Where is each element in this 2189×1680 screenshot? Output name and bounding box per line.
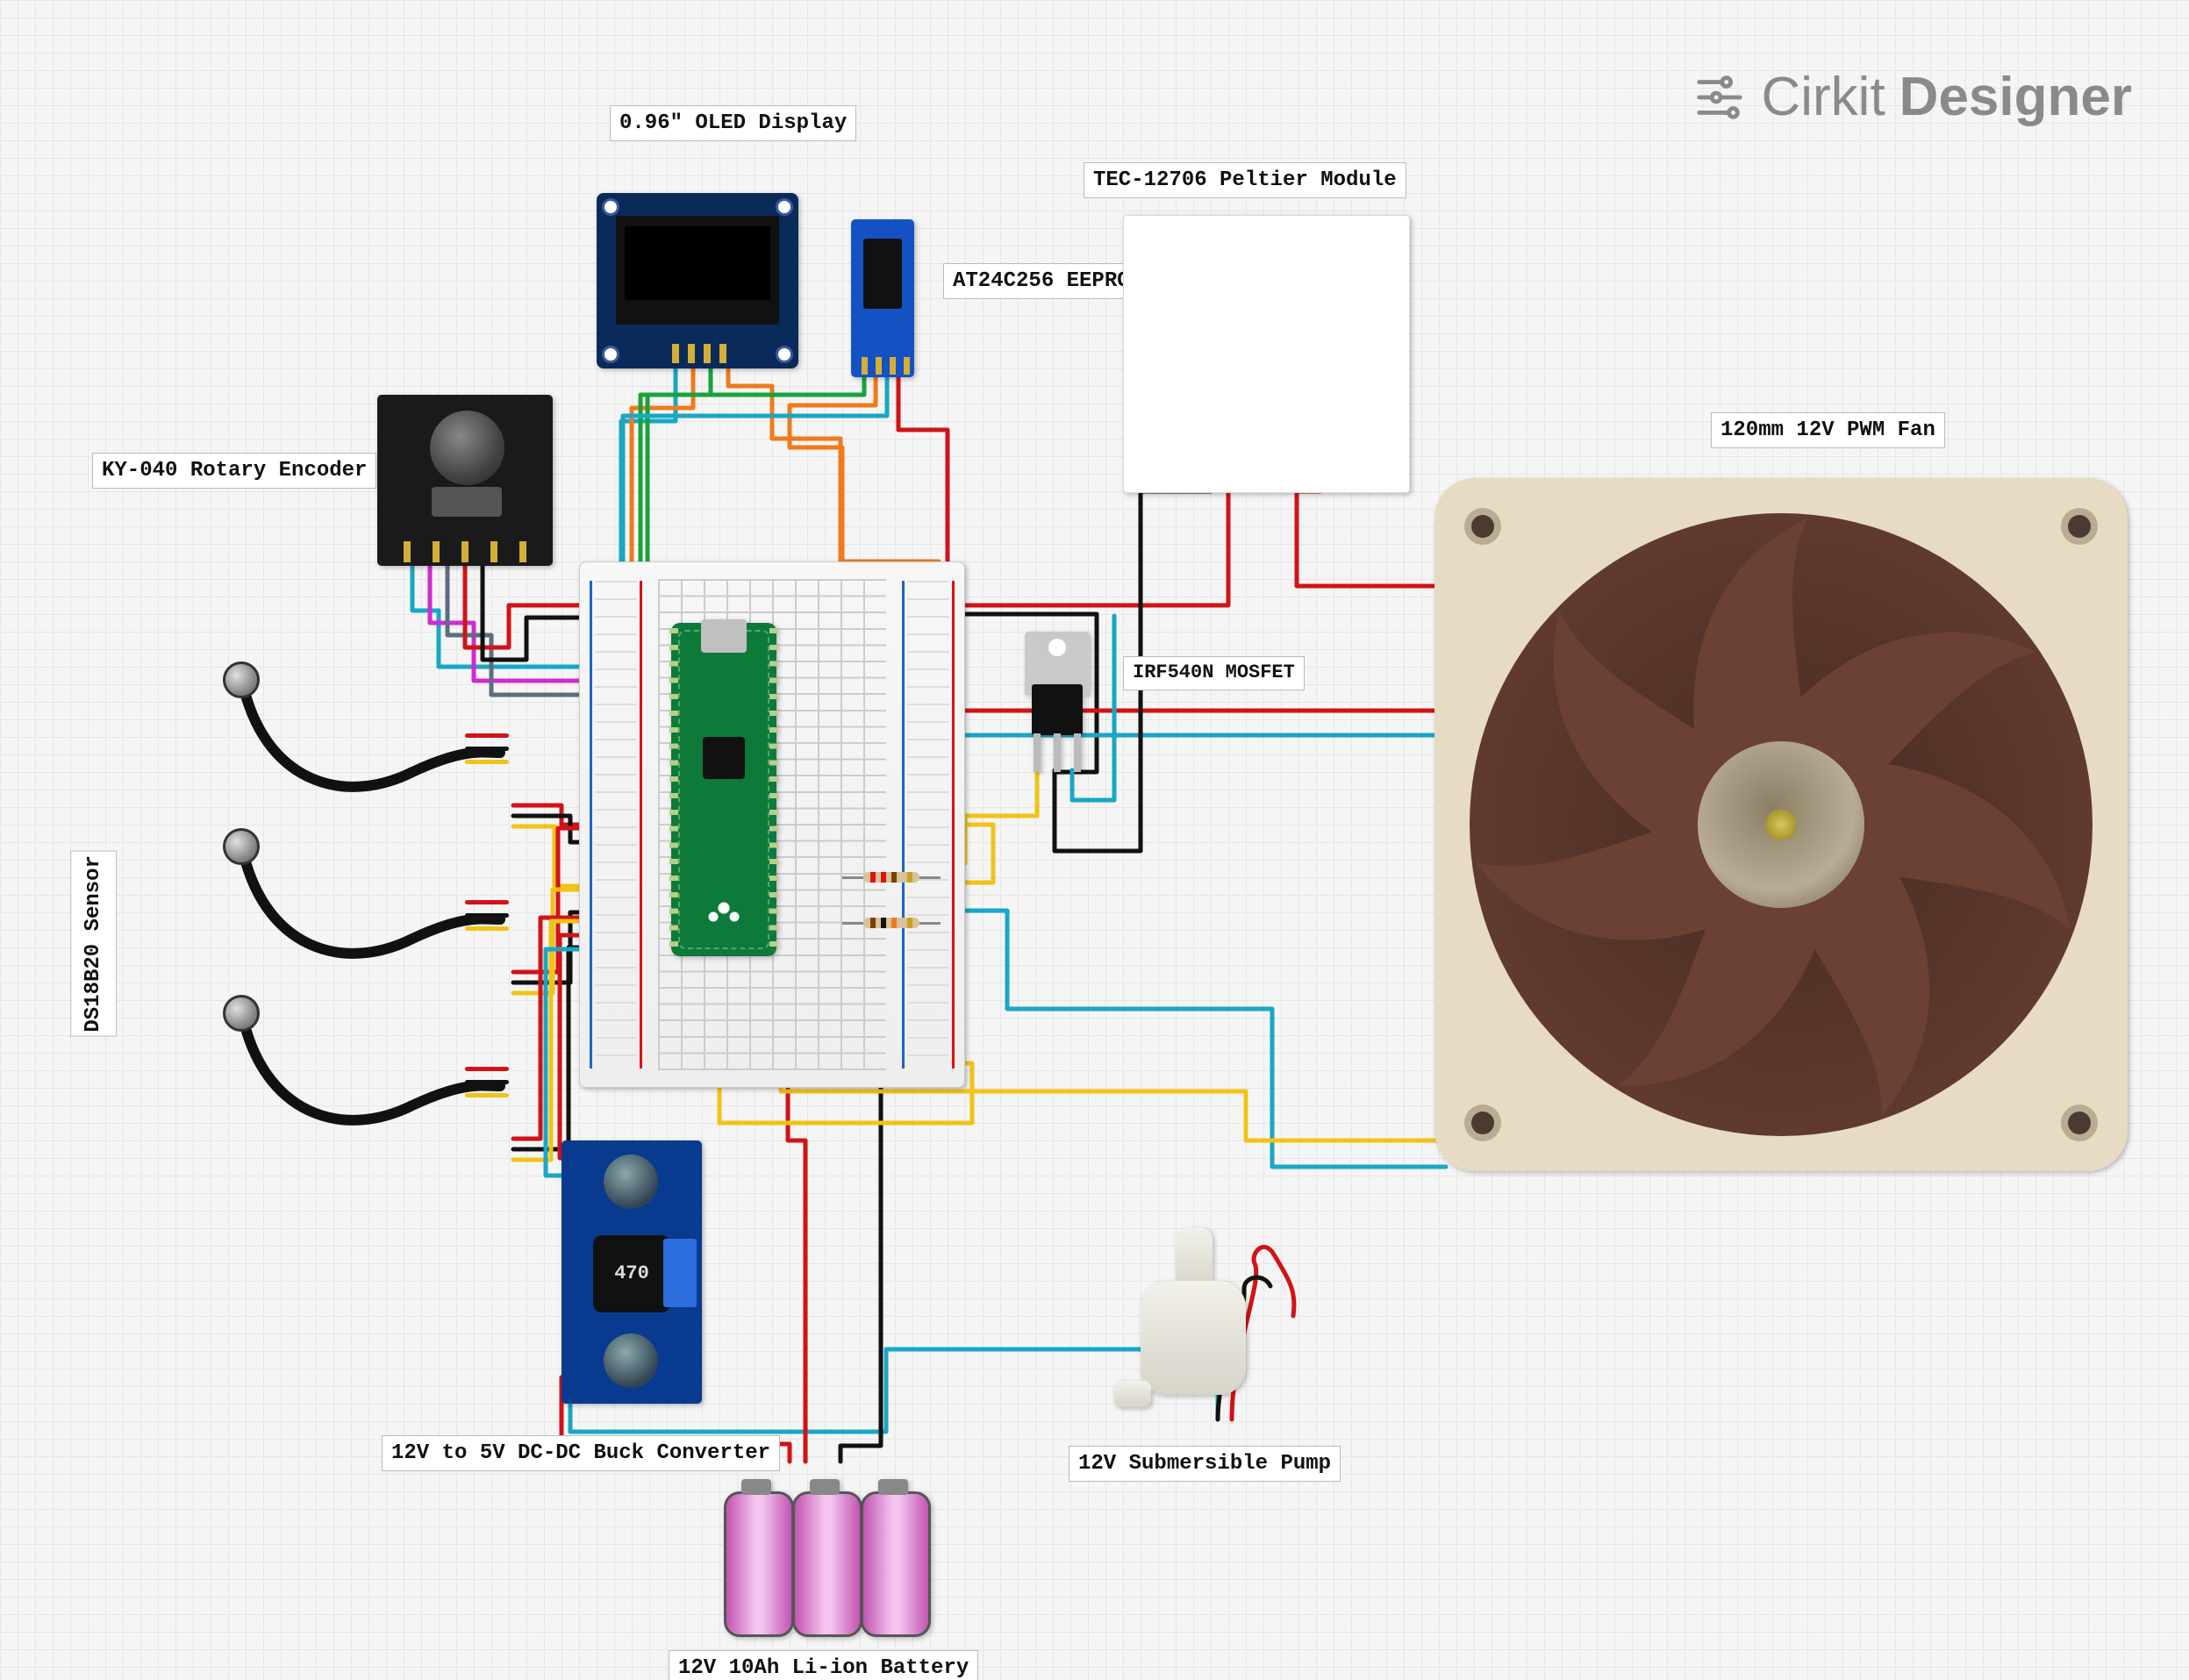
temp-sensor-1[interactable] bbox=[237, 676, 509, 816]
label-pump: 12V Submersible Pump bbox=[1069, 1446, 1341, 1482]
brand-1: Cirkit bbox=[1761, 66, 1885, 128]
buck-converter[interactable] bbox=[562, 1140, 702, 1404]
label-sensor: DS18B20 Sensor bbox=[70, 851, 117, 1037]
label-rotary: KY-040 Rotary Encoder bbox=[92, 453, 376, 489]
label-mosfet: IRF540N MOSFET bbox=[1123, 656, 1305, 690]
pwm-fan[interactable] bbox=[1434, 478, 2128, 1171]
peltier-module[interactable] bbox=[1123, 215, 1410, 493]
battery-pack[interactable] bbox=[715, 1474, 934, 1641]
resistor-220[interactable] bbox=[863, 872, 919, 883]
app-logo: Cirkit Designer bbox=[1692, 66, 2132, 128]
circuit-icon bbox=[1692, 70, 1747, 125]
submersible-pump[interactable] bbox=[1123, 1228, 1281, 1430]
label-peltier: TEC-12706 Peltier Module bbox=[1084, 162, 1406, 198]
temp-sensor-3[interactable] bbox=[237, 1009, 509, 1149]
raspberry-pi-pico[interactable] bbox=[671, 623, 776, 956]
rotary-encoder[interactable] bbox=[377, 395, 553, 566]
label-eeprom: AT24C256 EEPROM bbox=[943, 263, 1152, 299]
temp-sensor-2[interactable] bbox=[237, 842, 509, 983]
resistor-10k[interactable] bbox=[863, 918, 919, 928]
mosfet[interactable] bbox=[1018, 632, 1097, 772]
label-oled: 0.96" OLED Display bbox=[610, 105, 856, 141]
label-battery: 12V 10Ah Li-ion Battery bbox=[669, 1650, 978, 1680]
brand-2: Designer bbox=[1899, 66, 2132, 128]
eeprom-module[interactable] bbox=[851, 219, 914, 377]
label-buck: 12V to 5V DC-DC Buck Converter bbox=[382, 1435, 780, 1471]
oled-display[interactable] bbox=[597, 193, 798, 368]
canvas[interactable]: Cirkit Designer 0.96" OLED Display AT24C… bbox=[0, 0, 2189, 1680]
label-fan: 120mm 12V PWM Fan bbox=[1711, 412, 1945, 448]
